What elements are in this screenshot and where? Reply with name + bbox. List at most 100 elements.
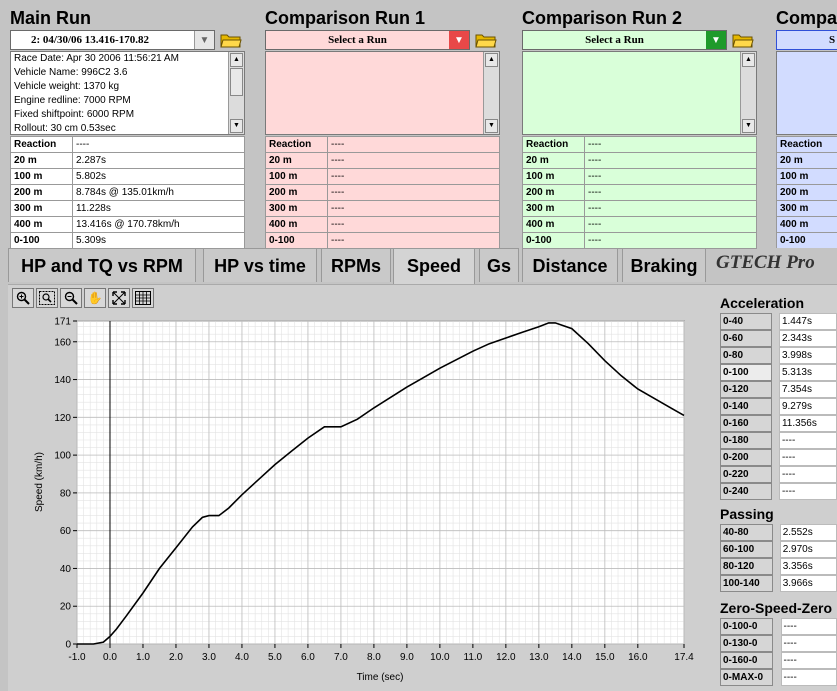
chevron-down-icon[interactable]: ▼ — [194, 31, 214, 49]
zsz-row: 0-160-0 ---- — [720, 652, 837, 669]
x-tick-label: 3.0 — [202, 652, 216, 663]
stat-value: 11.228s — [72, 200, 245, 217]
stat-row: 20 m — [776, 152, 837, 169]
acceleration-key: 0-140 — [720, 398, 772, 415]
acceleration-table: 0-40 1.447s 0-60 2.343s 0-80 3.998s 0-100 5.… — [720, 313, 837, 500]
passing-key: 80-120 — [720, 558, 773, 575]
zoom-box-icon[interactable] — [36, 288, 58, 308]
fit-icon[interactable] — [108, 288, 130, 308]
grid-icon[interactable] — [132, 288, 154, 308]
stat-key: 0-100 — [265, 232, 328, 249]
stat-value: ---- — [584, 152, 757, 169]
comparison-run-2-column: Comparison Run 2 Select a Run ▼ ▲ ▼ Reac… — [520, 6, 760, 249]
tab-rpms[interactable]: RPMs — [321, 248, 391, 282]
scroll-thumb[interactable] — [230, 68, 243, 96]
x-tick-label: 9.0 — [400, 652, 414, 663]
scroll-down-icon[interactable]: ▼ — [485, 119, 498, 133]
passing-value: 3.966s — [779, 575, 837, 592]
acceleration-value: 3.998s — [778, 347, 837, 364]
stat-row: Reaction — [776, 136, 837, 153]
stat-value: 13.416s @ 170.78km/h — [72, 216, 245, 233]
stat-key: 0-100 — [522, 232, 585, 249]
stat-row: 300 m ---- — [265, 200, 500, 217]
stat-value: 5.802s — [72, 168, 245, 185]
tab-gs[interactable]: Gs — [479, 248, 519, 282]
y-tick-label: 60 — [60, 526, 72, 537]
info-scrollbar[interactable]: ▲ ▼ — [228, 52, 244, 134]
acceleration-key: 0-60 — [720, 330, 772, 347]
stat-row: 200 m 8.784s @ 135.01km/h — [10, 184, 245, 201]
speed-chart[interactable]: -1.0 0.0 1.0 2.0 3.0 4.0 5.0 6.0 7.0 8.0 9.0 10.0 11… — [30, 310, 712, 686]
stat-key: 400 m — [522, 216, 585, 233]
stat-key: Reaction — [522, 136, 585, 153]
x-tick-label: 17.4 — [674, 652, 694, 663]
scroll-down-icon[interactable]: ▼ — [742, 119, 755, 133]
scroll-up-icon[interactable]: ▲ — [742, 53, 755, 67]
x-tick-labels: -1.0 0.0 1.0 2.0 3.0 4.0 5.0 6.0 7.0 8.0 9.0 10.0 11… — [68, 644, 694, 663]
acceleration-row: 0-180 ---- — [720, 432, 837, 449]
acceleration-value: 2.343s — [778, 330, 837, 347]
info-scrollbar[interactable]: ▲ ▼ — [483, 52, 499, 134]
main-run-info: Race Date: Apr 30 2006 11:56:21 AM Vehic… — [10, 51, 245, 135]
scroll-up-icon[interactable]: ▲ — [230, 53, 243, 67]
stat-value: ---- — [584, 184, 757, 201]
acceleration-row: 0-200 ---- — [720, 449, 837, 466]
stat-value: ---- — [584, 232, 757, 249]
tab-braking[interactable]: Braking — [622, 248, 706, 282]
scroll-up-icon[interactable]: ▲ — [485, 53, 498, 67]
open-folder-icon[interactable] — [220, 32, 242, 48]
x-axis-label: Time (sec) — [357, 672, 404, 683]
passing-row: 60-100 2.970s — [720, 541, 837, 558]
zoom-out-icon[interactable] — [60, 288, 82, 308]
passing-value: 2.970s — [779, 541, 837, 558]
x-tick-label: 6.0 — [301, 652, 315, 663]
open-folder-icon[interactable] — [732, 32, 754, 48]
stat-value: ---- — [327, 152, 500, 169]
y-tick-label: 171 — [54, 317, 71, 328]
acceleration-value: 1.447s — [778, 313, 837, 330]
x-tick-label: 13.0 — [529, 652, 549, 663]
x-tick-label: 10.0 — [430, 652, 450, 663]
stat-value: ---- — [584, 168, 757, 185]
y-tick-label: 100 — [54, 451, 71, 462]
comparison-run-3-selector[interactable]: S — [776, 30, 837, 50]
comparison-run-1-selector[interactable]: Select a Run ▼ — [265, 30, 470, 50]
zsz-value: ---- — [780, 618, 837, 635]
acceleration-key: 0-80 — [720, 347, 772, 364]
scroll-down-icon[interactable]: ▼ — [230, 119, 243, 133]
stat-row: 20 m ---- — [522, 152, 757, 169]
gtech-logo: GTECH Pro — [716, 252, 815, 273]
comparison-run-1-column: Comparison Run 1 Select a Run ▼ ▲ ▼ Reac… — [263, 6, 503, 249]
info-scrollbar[interactable]: ▲ ▼ — [740, 52, 756, 134]
x-tick-label: 5.0 — [268, 652, 282, 663]
stat-row: 400 m ---- — [522, 216, 757, 233]
main-run-selector[interactable]: 2: 04/30/06 13.416-170.82 ▼ — [10, 30, 215, 50]
chevron-down-icon[interactable]: ▼ — [706, 31, 726, 49]
tab-hp-vs-time[interactable]: HP vs time — [203, 248, 317, 282]
comparison-run-2-selector[interactable]: Select a Run ▼ — [522, 30, 727, 50]
zsz-key: 0-100-0 — [720, 618, 774, 635]
stat-row: 400 m ---- — [265, 216, 500, 233]
stat-key: 200 m — [522, 184, 585, 201]
zsz-key: 0-160-0 — [720, 652, 774, 669]
y-tick-label: 140 — [54, 375, 71, 386]
stat-key: 100 m — [522, 168, 585, 185]
x-tick-label: 2.0 — [169, 652, 183, 663]
acceleration-row: 0-100 5.313s — [720, 364, 837, 381]
passing-key: 100-140 — [720, 575, 773, 592]
tab-speed[interactable]: Speed — [393, 248, 475, 286]
tab-hp-tq-rpm[interactable]: HP and TQ vs RPM — [8, 248, 196, 282]
tab-distance[interactable]: Distance — [522, 248, 618, 282]
info-line: Fixed shiftpoint: 6000 RPM — [14, 109, 135, 120]
chevron-down-icon[interactable]: ▼ — [449, 31, 469, 49]
y-tick-label: 40 — [60, 564, 72, 575]
comparison-run-1-title: Comparison Run 1 — [265, 8, 426, 28]
y-tick-label: 160 — [54, 337, 71, 348]
passing-key: 60-100 — [720, 541, 773, 558]
open-folder-icon[interactable] — [475, 32, 497, 48]
zoom-in-icon[interactable] — [12, 288, 34, 308]
pan-hand-icon[interactable]: ✋ — [84, 288, 106, 308]
passing-value: 3.356s — [779, 558, 837, 575]
zsz-key: 0-130-0 — [720, 635, 774, 652]
stat-row: 100 m 5.802s — [10, 168, 245, 185]
